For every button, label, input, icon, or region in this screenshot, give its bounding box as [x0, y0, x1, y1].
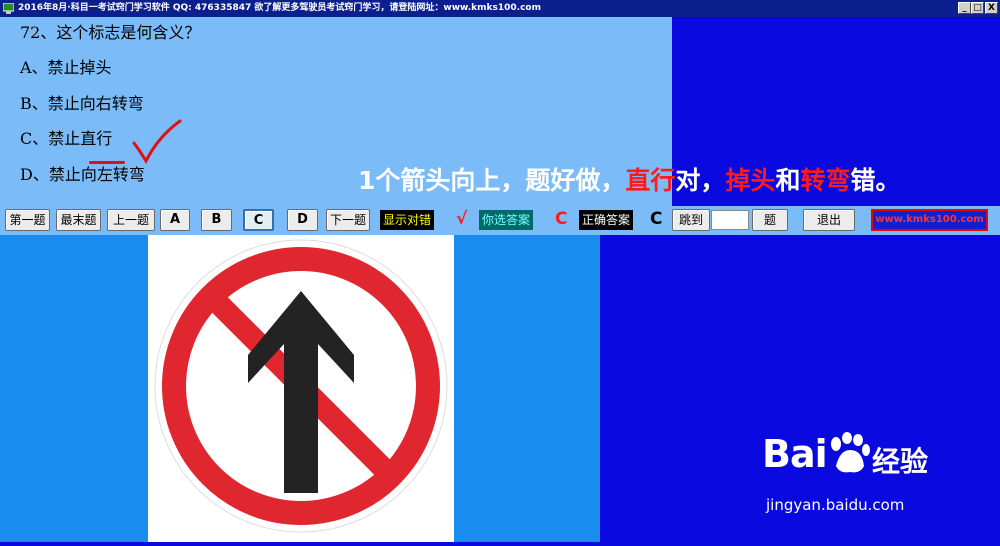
result-check-mark: √: [456, 209, 468, 229]
no-straight-sign-icon: [151, 236, 451, 536]
window-title: 2016年8月·科目一考试窍门学习软件 QQ: 476335847 欲了解更多驾…: [18, 3, 541, 13]
your-answer-label: 你选答案: [479, 210, 534, 230]
sign-image-panel: [148, 235, 454, 542]
first-question-button[interactable]: 第一题: [5, 209, 50, 231]
last-question-button[interactable]: 最末题: [56, 209, 101, 231]
paw-icon: [831, 432, 870, 473]
option-b: B、禁止向右转弯: [20, 94, 144, 113]
option-c: C、禁止直行: [20, 125, 112, 149]
watermark-url: jingyan.baidu.com: [766, 496, 905, 514]
correct-answer-value: C: [650, 209, 663, 229]
lower-left-panel: [0, 235, 148, 542]
toolbar: 第一题 最末题 上一题 A B C D 下一题 显示对错 √ 你选答案 C 正确…: [0, 206, 1000, 235]
exit-button[interactable]: 退出: [803, 209, 855, 231]
baidu-jingyan-text: 经验: [872, 445, 929, 478]
tip-banner: 1个箭头向上，题好做，直行对，掉头和转弯错。: [358, 161, 901, 197]
banner-highlight-2: 掉头: [725, 166, 776, 195]
banner-text-1: 1个箭头向上，题好做，: [358, 166, 626, 195]
option-c-prefix: C、禁止: [20, 129, 81, 148]
your-answer-value: C: [555, 209, 568, 229]
correct-answer-label: 正确答案: [579, 210, 634, 230]
minimize-button[interactable]: _: [958, 2, 971, 14]
answer-d-button[interactable]: D: [287, 209, 318, 231]
banner-text-3: 和: [775, 166, 801, 195]
maximize-button[interactable]: □: [971, 2, 984, 14]
jump-question-button[interactable]: 题: [752, 209, 788, 231]
banner-text-2: 对，: [675, 166, 726, 195]
title-bar: 2016年8月·科目一考试窍门学习软件 QQ: 476335847 欲了解更多驾…: [0, 0, 1000, 17]
banner-highlight-3: 转弯: [800, 166, 851, 195]
next-question-button[interactable]: 下一题: [326, 209, 370, 231]
option-d: D、禁止向左转弯: [20, 165, 145, 184]
prev-question-button[interactable]: 上一题: [107, 209, 155, 231]
option-a: A、禁止掉头: [20, 58, 112, 77]
jump-input[interactable]: [711, 210, 749, 230]
answer-a-button[interactable]: A: [160, 209, 190, 231]
banner-text-4: 错。: [850, 166, 901, 195]
check-mark-icon: [132, 119, 182, 165]
banner-highlight-1: 直行: [625, 166, 676, 195]
app-icon: [3, 3, 14, 14]
show-result-button[interactable]: 显示对错: [380, 210, 435, 230]
baidu-brand-text: Bai: [762, 432, 828, 476]
option-c-key-word: 直行: [80, 129, 113, 148]
website-link[interactable]: www.kmks100.com: [871, 209, 988, 231]
jump-button[interactable]: 跳到: [672, 209, 710, 231]
lower-middle-panel: [454, 235, 600, 542]
answer-c-button[interactable]: C: [243, 209, 274, 231]
answer-b-button[interactable]: B: [201, 209, 232, 231]
close-button[interactable]: X: [985, 2, 998, 14]
question-text: 72、这个标志是何含义？: [20, 23, 201, 42]
